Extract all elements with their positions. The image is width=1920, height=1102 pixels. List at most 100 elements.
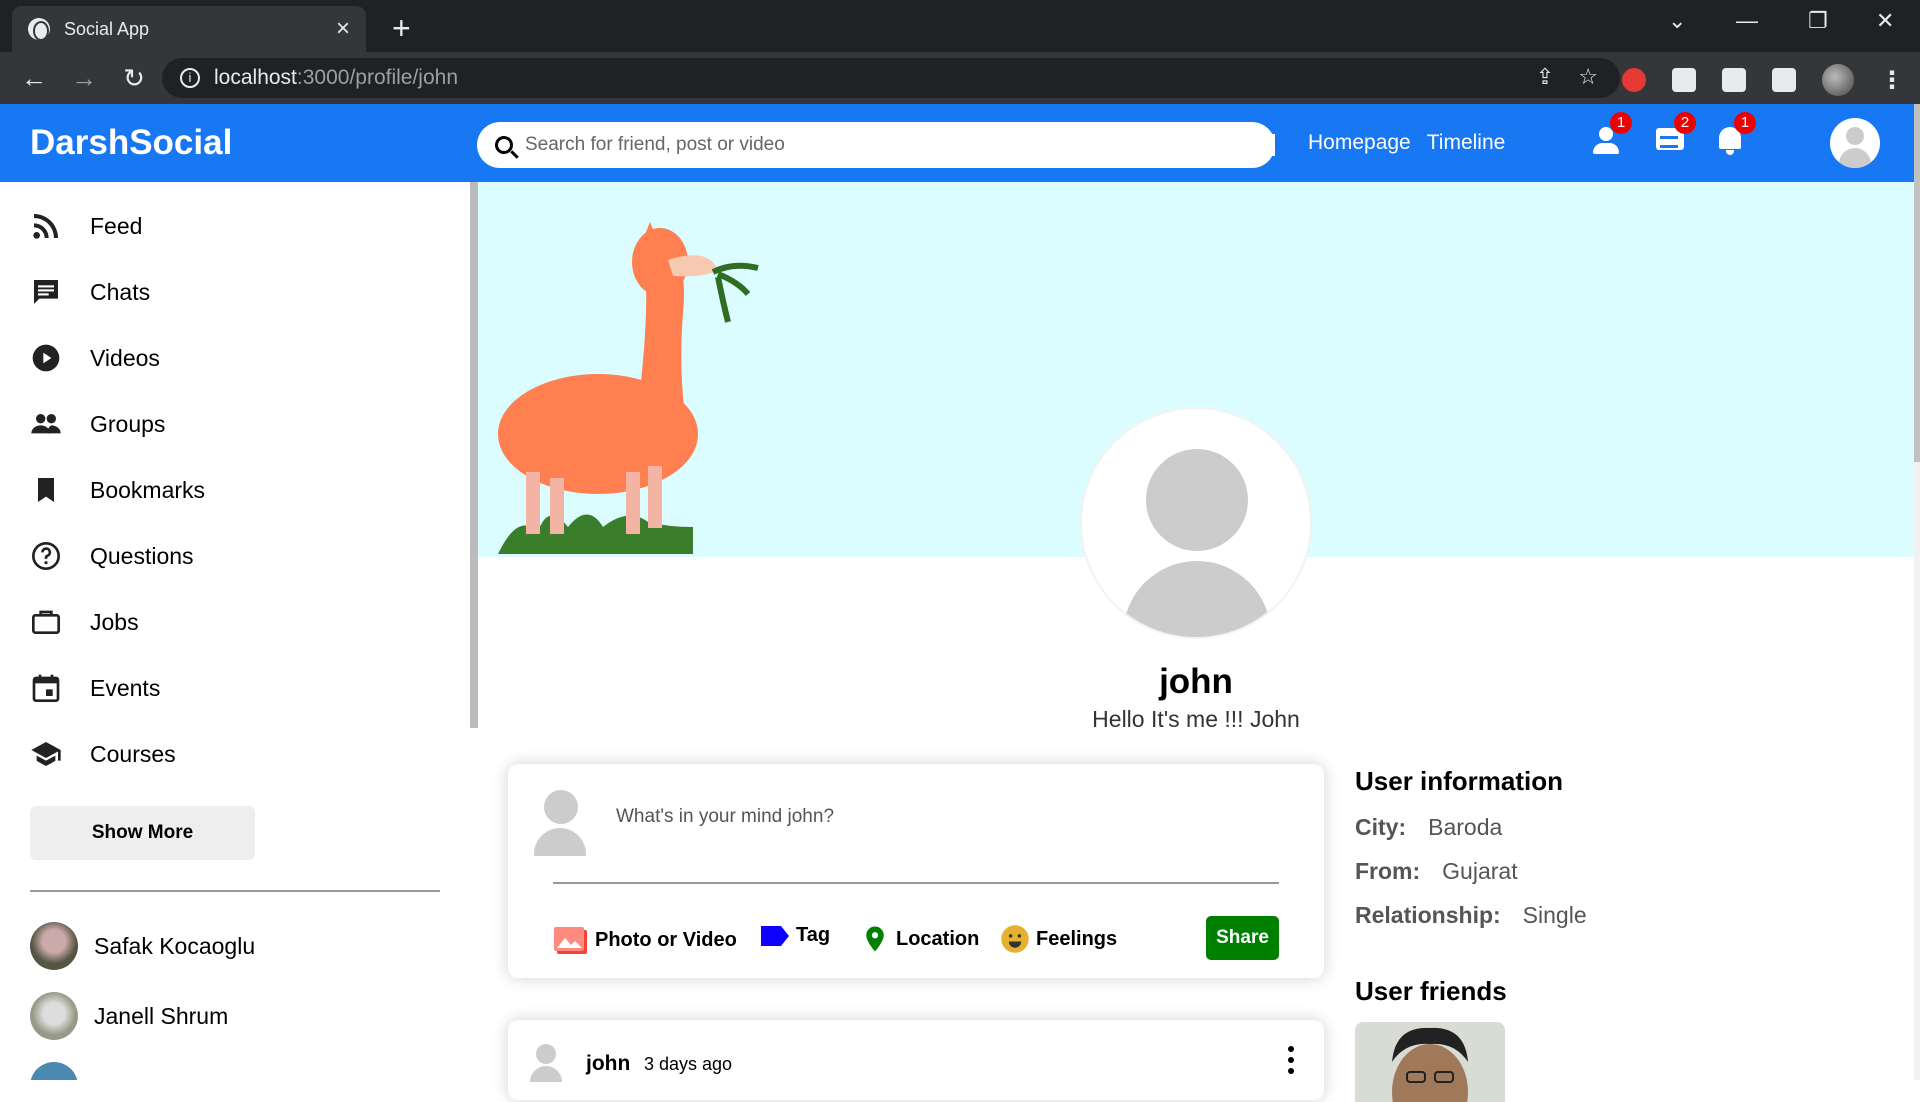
post-time: 3 days ago bbox=[644, 1054, 733, 1074]
app-topbar: DarshSocial Homepage Timeline 1 2 1 bbox=[0, 104, 1914, 182]
back-icon[interactable]: ← bbox=[14, 63, 54, 94]
friend-list-item[interactable] bbox=[30, 1062, 94, 1080]
friend-list-item[interactable]: Safak Kocaoglu bbox=[30, 922, 255, 970]
share-button[interactable]: Share bbox=[1206, 916, 1279, 960]
sidebar-item-label: Videos bbox=[90, 344, 160, 371]
post-card: john 3 days ago bbox=[508, 1020, 1324, 1100]
photo-icon bbox=[554, 927, 587, 954]
user-friends-title: User friends bbox=[1355, 976, 1507, 1006]
close-window-icon[interactable]: ✕ bbox=[1876, 8, 1894, 34]
post-username[interactable]: john bbox=[586, 1052, 630, 1076]
info-value: Baroda bbox=[1428, 814, 1503, 840]
reload-icon[interactable]: ↻ bbox=[114, 63, 154, 94]
side-panel-icon[interactable] bbox=[1772, 68, 1796, 92]
browser-menu-icon[interactable]: ⋮ bbox=[1880, 66, 1904, 95]
search-input[interactable] bbox=[525, 134, 1275, 156]
homepage-link[interactable]: Homepage bbox=[1308, 131, 1411, 155]
sidebar-item-label: Groups bbox=[90, 410, 166, 437]
sidebar-item-groups[interactable]: Groups bbox=[30, 408, 165, 440]
tag-option[interactable]: Tag bbox=[760, 924, 830, 947]
friend-avatar bbox=[30, 922, 78, 970]
user-info-row: City: Baroda bbox=[1355, 814, 1502, 841]
puzzle-icon[interactable] bbox=[1672, 68, 1696, 92]
globe-icon bbox=[28, 18, 50, 41]
user-avatar[interactable] bbox=[1830, 118, 1880, 168]
close-tab-icon[interactable]: × bbox=[336, 15, 350, 43]
group-icon bbox=[31, 414, 61, 434]
sidebar-divider bbox=[30, 890, 440, 892]
share-input[interactable]: What's in your mind john? bbox=[616, 806, 834, 828]
friend-photo[interactable] bbox=[1355, 1022, 1505, 1102]
help-circle-icon bbox=[32, 542, 60, 570]
bookmark-star-icon[interactable]: ☆ bbox=[1578, 64, 1598, 90]
browser-toolbar: ← → ↻ i localhost:3000/profile/john ⇪ ☆ … bbox=[0, 52, 1920, 104]
address-bar[interactable]: i localhost:3000/profile/john ⇪ ☆ bbox=[162, 58, 1620, 98]
tab-search-icon[interactable]: ⌄ bbox=[1668, 8, 1686, 34]
sidebar-item-feed[interactable]: Feed bbox=[30, 210, 142, 242]
sidebar-item-label: Questions bbox=[90, 542, 194, 569]
info-key: Relationship: bbox=[1355, 902, 1501, 928]
more-vert-icon[interactable] bbox=[1288, 1046, 1294, 1074]
profile-picture[interactable] bbox=[1080, 407, 1312, 639]
site-info-icon[interactable]: i bbox=[180, 68, 200, 88]
media-control-icon[interactable] bbox=[1722, 68, 1746, 92]
location-option[interactable]: Location bbox=[860, 924, 979, 954]
profile-name: john bbox=[1159, 662, 1233, 701]
restore-icon[interactable]: ❐ bbox=[1808, 8, 1828, 34]
sidebar-item-chats[interactable]: Chats bbox=[30, 276, 150, 308]
friend-name: Janell Shrum bbox=[94, 1002, 229, 1029]
sidebar: Feed Chats Videos Groups Bookmarks Quest… bbox=[0, 182, 472, 1080]
friend-requests-badge: 1 bbox=[1610, 112, 1632, 134]
feelings-option[interactable]: Feelings bbox=[1000, 924, 1117, 954]
rss-icon bbox=[33, 214, 58, 239]
school-icon bbox=[31, 742, 61, 766]
sidebar-item-jobs[interactable]: Jobs bbox=[30, 606, 139, 638]
forward-icon[interactable]: → bbox=[64, 63, 104, 94]
browser-tab[interactable]: Social App × bbox=[12, 6, 366, 52]
post-avatar[interactable] bbox=[530, 1044, 562, 1082]
sidebar-item-events[interactable]: Events bbox=[30, 672, 160, 704]
url-host: localhost bbox=[214, 66, 297, 89]
sidebar-item-courses[interactable]: Courses bbox=[30, 738, 176, 770]
share-page-icon[interactable]: ⇪ bbox=[1536, 64, 1554, 90]
sidebar-item-videos[interactable]: Videos bbox=[30, 342, 160, 374]
sidebar-item-label: Jobs bbox=[90, 608, 139, 635]
show-more-button[interactable]: Show More bbox=[30, 806, 255, 860]
minimize-icon[interactable]: — bbox=[1736, 8, 1758, 34]
friend-list-item[interactable]: Janell Shrum bbox=[30, 992, 228, 1040]
sidebar-item-label: Chats bbox=[90, 278, 151, 305]
sidebar-item-label: Feed bbox=[90, 212, 143, 239]
share-card: What's in your mind john? Photo or Video… bbox=[508, 764, 1324, 978]
user-info-row: From: Gujarat bbox=[1355, 858, 1518, 885]
tag-icon bbox=[761, 925, 789, 946]
location-icon bbox=[866, 926, 884, 952]
sidebar-item-bookmarks[interactable]: Bookmarks bbox=[30, 474, 205, 506]
info-value: Gujarat bbox=[1442, 858, 1518, 884]
share-divider bbox=[553, 882, 1279, 884]
friend-avatar bbox=[30, 1062, 78, 1080]
page-scrollbar[interactable] bbox=[1914, 104, 1920, 1080]
friend-requests-icon[interactable]: 1 bbox=[1590, 112, 1632, 156]
app-logo[interactable]: DarshSocial bbox=[30, 123, 232, 163]
browser-tab-strip: Social App × + ⌄ — ❐ ✕ bbox=[0, 0, 1920, 52]
chat-icon bbox=[34, 280, 58, 304]
photo-video-option[interactable]: Photo or Video bbox=[553, 924, 737, 956]
extension-red-icon[interactable] bbox=[1622, 68, 1646, 92]
timeline-link[interactable]: Timeline bbox=[1427, 131, 1506, 155]
llama-illustration bbox=[498, 222, 759, 554]
sidebar-item-label: Courses bbox=[90, 740, 176, 767]
notifications-icon[interactable]: 1 bbox=[1714, 112, 1756, 156]
profile-description: Hello It's me !!! John bbox=[1092, 706, 1300, 732]
briefcase-icon bbox=[32, 610, 60, 634]
messages-icon[interactable]: 2 bbox=[1654, 112, 1696, 156]
search-bar[interactable] bbox=[477, 122, 1275, 168]
url-path: :3000/profile/john bbox=[296, 66, 459, 89]
messages-badge: 2 bbox=[1674, 112, 1696, 134]
info-key: City: bbox=[1355, 814, 1407, 840]
play-circle-icon bbox=[32, 344, 60, 372]
new-tab-icon[interactable]: + bbox=[392, 10, 411, 47]
sidebar-item-questions[interactable]: Questions bbox=[30, 540, 194, 572]
sidebar-scrollbar[interactable] bbox=[470, 182, 478, 728]
browser-profile-avatar[interactable] bbox=[1822, 64, 1854, 96]
info-key: From: bbox=[1355, 858, 1421, 884]
